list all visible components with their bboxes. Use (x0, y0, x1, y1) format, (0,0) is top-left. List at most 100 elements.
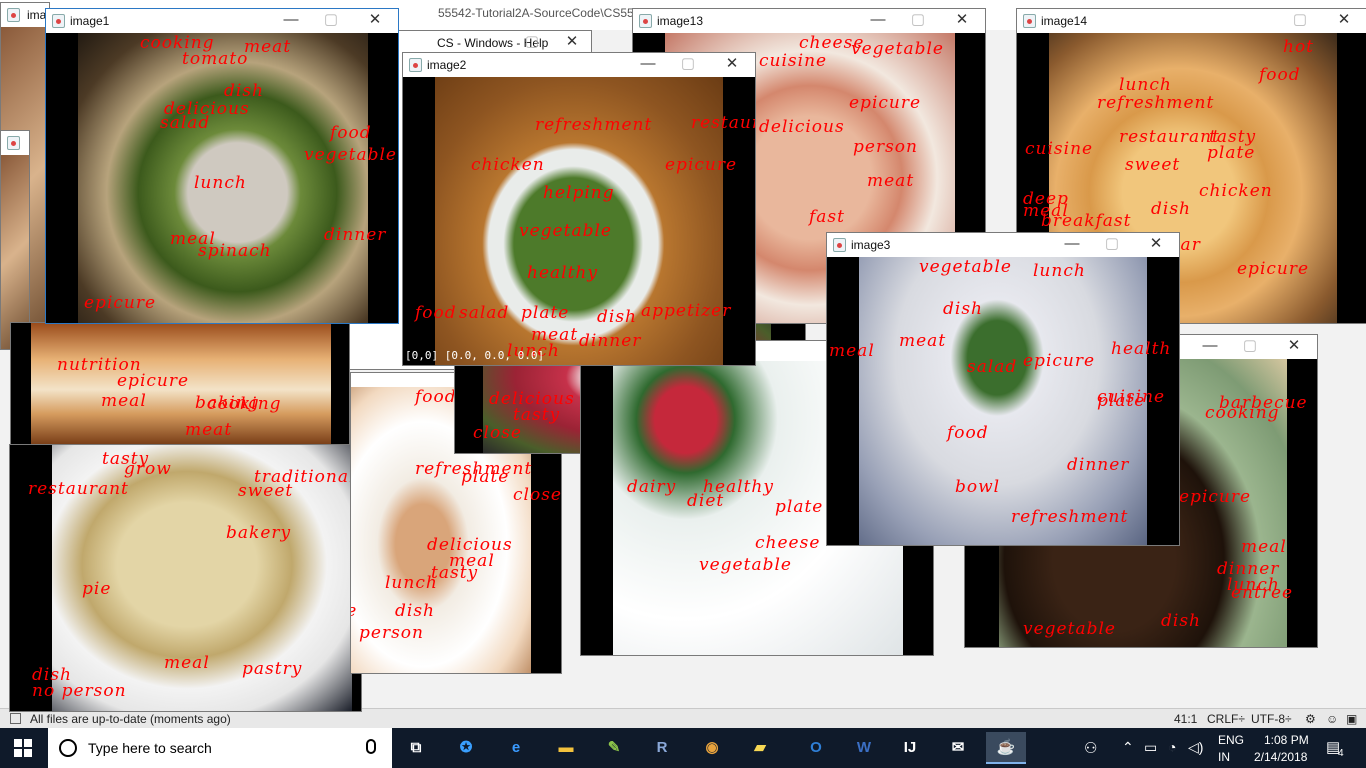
annotation-label: sweet (1125, 155, 1181, 175)
annotation-label: meat (185, 420, 233, 440)
cursor-position[interactable]: 41:1 (1174, 712, 1197, 726)
annotation-label: salad (160, 113, 211, 133)
notepadplusplus-icon[interactable]: ✎ (594, 732, 634, 764)
git-icon[interactable]: ⚙ (1305, 712, 1316, 726)
r-icon[interactable]: R (642, 732, 682, 764)
annotation-label: refreshment (1011, 507, 1129, 527)
edge-icon[interactable]: e (496, 732, 536, 764)
image-window[interactable] (0, 130, 30, 350)
annotation-label: breakfast (1041, 211, 1132, 231)
status-toggle-icon[interactable] (10, 713, 21, 724)
annotation-label: food (947, 423, 989, 443)
annotation-label: appetizer (641, 301, 732, 321)
annotation-label: meal (101, 391, 147, 411)
wifi-icon[interactable]: ◔ (1168, 739, 1176, 755)
maximize-button[interactable]: ▢ (1239, 337, 1261, 355)
annotation-label: dairy (627, 477, 677, 497)
line-separator[interactable]: CRLF÷ (1207, 712, 1245, 726)
inspector-icon[interactable]: ☺ (1326, 712, 1338, 726)
java-icon (833, 238, 846, 252)
close-button[interactable]: ✕ (364, 11, 386, 29)
annotation-label: dish (224, 81, 264, 101)
mail-icon[interactable]: ✉ (938, 732, 978, 764)
battery-icon[interactable]: ▭ (1144, 739, 1157, 756)
annotation-label: meal (164, 653, 210, 673)
minimize-button[interactable]: — (280, 11, 302, 29)
annotation-label: vegetable (851, 39, 944, 59)
minimize-button[interactable]: — (1199, 337, 1221, 355)
language[interactable]: ENG (1218, 733, 1244, 747)
image-window-image1[interactable]: image1 — ▢ ✕ cooking meat tomato dish de… (45, 8, 399, 324)
annotation-label: dish (1151, 199, 1191, 219)
chrome-icon[interactable]: ◉ (692, 732, 732, 764)
annotation-label: dish (943, 299, 983, 319)
annotation-label: refreshment (535, 115, 653, 135)
annotation-label: vegetable (699, 555, 792, 575)
annotation-label: meal (1241, 537, 1287, 557)
maximize-button[interactable]: ▢ (677, 55, 699, 73)
annotation-label: food (1259, 65, 1301, 85)
start-button[interactable] (14, 739, 32, 757)
chevron-up-icon[interactable]: ⌃ (1122, 739, 1134, 756)
notification-count: 4 (1338, 748, 1344, 759)
clock-time[interactable]: 1:08 PM (1264, 733, 1309, 747)
event-log-icon[interactable]: ▣ (1346, 712, 1357, 726)
annotation-label: grow (124, 459, 172, 479)
maximize-button[interactable]: ▢ (907, 11, 929, 29)
annotation-label: meal (829, 341, 875, 361)
annotation-label: epicure (1179, 487, 1252, 507)
minimize-button[interactable]: — (1061, 235, 1083, 253)
annotation-label: plate (351, 603, 357, 620)
clock-date[interactable]: 2/14/2018 (1254, 750, 1307, 764)
annotation-label: plate (461, 467, 510, 487)
image-window-image2[interactable]: image2 — ▢ ✕ refreshment restaurant chic… (402, 52, 756, 366)
cortana-icon (59, 739, 77, 757)
minimize-button[interactable]: — (637, 55, 659, 73)
taskbar-search-box[interactable]: Type here to search (48, 728, 392, 768)
annotation-label: vegetable (919, 257, 1012, 277)
java-icon (52, 14, 65, 28)
safari-icon[interactable]: ✪ (446, 732, 486, 764)
annotation-label: meat (867, 171, 915, 191)
annotation-label: food (415, 303, 457, 323)
annotation-label: pastry (242, 659, 303, 679)
people-icon[interactable]: ⚇ (1084, 739, 1097, 757)
image-window-baklava[interactable]: tasty grow traditional restaurant sweet … (9, 444, 362, 712)
java-taskbar-icon[interactable]: ☕ (986, 732, 1026, 764)
close-button[interactable]: ✕ (951, 11, 973, 29)
annotation-label: epicure (1023, 351, 1096, 371)
close-button[interactable]: ✕ (1283, 337, 1305, 355)
maximize-button[interactable]: ▢ (1101, 235, 1123, 253)
annotation-label: epicure (849, 93, 922, 113)
annotation-label: food (415, 387, 457, 407)
close-button[interactable]: ✕ (721, 55, 743, 73)
file-explorer-icon[interactable]: ▬ (546, 732, 586, 764)
image-window-image3[interactable]: image3 — ▢ ✕ vegetable lunch dish meat s… (826, 232, 1180, 546)
word-icon[interactable]: W (844, 732, 884, 764)
annotation-label: vegetable (304, 145, 397, 165)
microphone-icon[interactable] (366, 739, 376, 754)
annotation-label: no person (32, 681, 127, 701)
annotation-label: tasty (431, 563, 479, 583)
close-button[interactable]: ✕ (1333, 11, 1355, 29)
volume-icon[interactable]: ◁) (1188, 739, 1203, 756)
intellij-icon[interactable]: IJ (890, 732, 930, 764)
sticky-notes-icon[interactable]: ▰ (740, 732, 780, 764)
file-encoding[interactable]: UTF-8÷ (1251, 712, 1292, 726)
region[interactable]: IN (1218, 750, 1230, 764)
annotation-label: food (330, 123, 372, 143)
maximize-button[interactable]: ▢ (320, 11, 342, 29)
annotation-label: cuisine (759, 51, 828, 71)
window-title: image3 (851, 238, 891, 252)
annotation-label: dinner (1067, 455, 1130, 475)
minimize-button[interactable]: — (867, 11, 889, 29)
java-icon (409, 58, 422, 72)
annotation-label: healthy (527, 263, 598, 283)
image-window-cannoli[interactable]: nutrition epicure meal baking cooking me… (10, 322, 350, 445)
outlook-icon[interactable]: O (796, 732, 836, 764)
close-button[interactable]: ✕ (1145, 235, 1167, 253)
maximize-button[interactable]: ▢ (1289, 11, 1311, 29)
window-title: image1 (70, 14, 110, 28)
window-title: image13 (657, 14, 704, 28)
task-view-icon[interactable]: ⧉ (396, 732, 436, 764)
